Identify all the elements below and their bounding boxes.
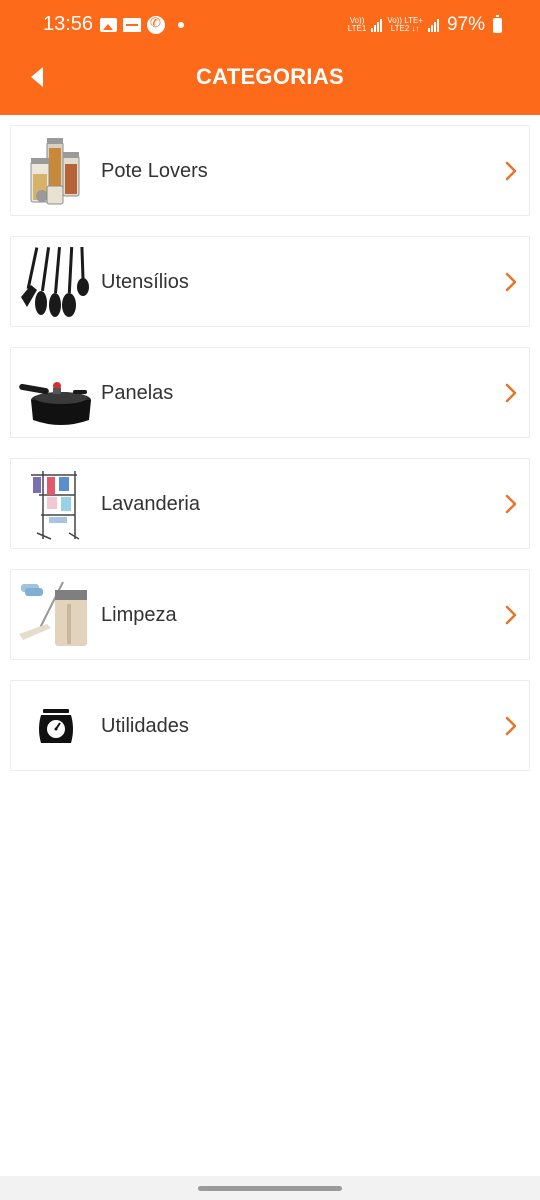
notification-icons (100, 16, 184, 34)
signal-1-icon (371, 18, 383, 32)
page-title: CATEGORIAS (195, 64, 345, 89)
status-bar: 13:56 Vo))LTE1 Vo)) LTE+LTE2 ↓↑ 97% (0, 0, 540, 50)
jars-image (30, 138, 80, 205)
chevron-right-icon (505, 161, 517, 181)
category-item-panelas[interactable]: Panelas (10, 347, 530, 438)
category-item-pote-lovers[interactable]: Pote Lovers (10, 125, 530, 216)
category-label: Limpeza (101, 604, 177, 626)
category-label: Panelas (101, 382, 174, 404)
category-item-utensilios[interactable]: Utensílios (10, 236, 530, 327)
news-app-icon (123, 18, 141, 32)
category-label: Pote Lovers (101, 160, 208, 182)
chevron-right-icon (505, 716, 517, 736)
category-item-utilidades[interactable]: Utilidades (10, 680, 530, 771)
chevron-right-icon (505, 605, 517, 625)
clothes-rack-image (31, 471, 80, 540)
system-navigation-bar (0, 1176, 540, 1200)
category-label: Lavanderia (101, 493, 200, 515)
category-label: Utilidades (101, 715, 189, 737)
chevron-right-icon (505, 272, 517, 292)
status-right-group: Vo)) LTE1 Vo)) LTE+ LTE2 ↓↑ 97% (348, 14, 502, 36)
category-list: Pote Lovers Utensílios Panelas Lavanderi… (10, 125, 530, 791)
category-label: Utensílios (101, 271, 189, 293)
network-lte2-label: Vo)) LTE+ LTE2 ↓↑ (387, 16, 423, 33)
mop-bucket-image (19, 581, 87, 646)
category-item-lavanderia[interactable]: Lavanderia (10, 458, 530, 549)
pressure-cooker-image (19, 382, 91, 425)
kitchen-utensils-image (21, 246, 89, 317)
status-time: 13:56 (43, 13, 94, 35)
battery-icon (493, 14, 502, 33)
kitchen-scale-icon (39, 709, 73, 743)
battery-percent: 97% (446, 14, 485, 35)
more-notifications-dot-icon (178, 22, 184, 28)
signal-2-icon (427, 18, 439, 32)
app-header: 13:56 Vo))LTE1 Vo)) LTE+LTE2 ↓↑ 97% CATE… (0, 0, 540, 115)
network-lte1-label: Vo)) LTE1 (347, 16, 367, 33)
category-item-limpeza[interactable]: Limpeza (10, 569, 530, 660)
gallery-icon (100, 18, 117, 32)
home-gesture-handle[interactable] (198, 1186, 342, 1191)
chevron-right-icon (505, 383, 517, 403)
chevron-right-icon (505, 494, 517, 514)
phone-call-icon (147, 16, 165, 34)
